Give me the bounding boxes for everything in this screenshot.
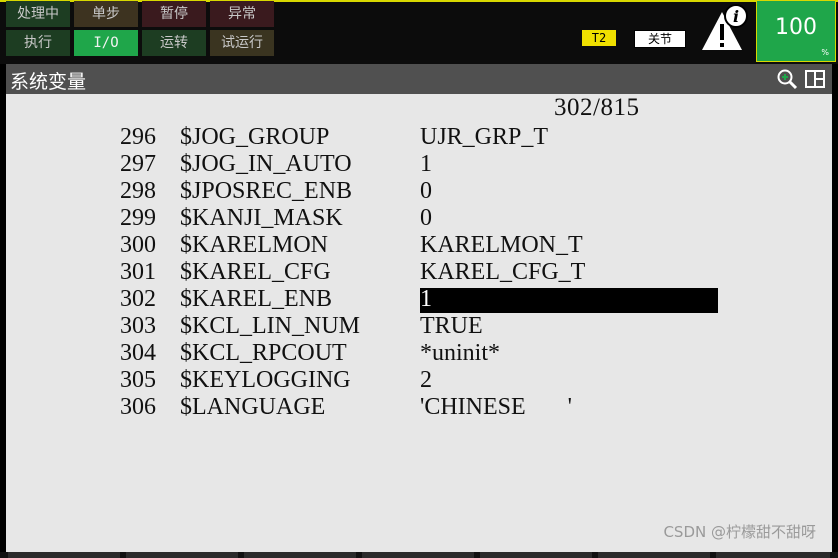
- position-counter: 302/815: [554, 94, 640, 121]
- variable-number: 299: [120, 205, 156, 231]
- variable-name: $KARELMON: [180, 232, 328, 258]
- override-value: 100: [775, 15, 817, 40]
- variable-value[interactable]: 2: [420, 367, 432, 394]
- function-key[interactable]: [244, 552, 356, 558]
- override-unit: %: [821, 48, 829, 57]
- variable-row[interactable]: 301 $KAREL_CFG KAREL_CFG_T: [6, 259, 832, 286]
- variable-number: 298: [120, 178, 156, 204]
- variable-number: 297: [120, 151, 156, 177]
- function-key[interactable]: [480, 552, 592, 558]
- page-title: 系统变量: [10, 71, 87, 93]
- status-processing: 处理中: [6, 1, 70, 27]
- variable-value[interactable]: KARELMON_T: [420, 232, 583, 259]
- variable-row-selected[interactable]: 302 $KAREL_ENB 1: [6, 286, 832, 313]
- mode-badge: T2: [582, 30, 616, 46]
- function-key[interactable]: [126, 552, 238, 558]
- variable-number: 304: [120, 340, 156, 366]
- variable-value[interactable]: KAREL_CFG_T: [420, 259, 585, 286]
- status-running: 运转: [142, 30, 206, 56]
- variable-value[interactable]: *uninit*: [420, 340, 500, 367]
- variable-name: $KCL_RPCOUT: [180, 340, 347, 366]
- status-dry-run: 试运行: [210, 30, 274, 56]
- status-fault: 异常: [210, 1, 274, 27]
- variable-number: 305: [120, 367, 156, 393]
- zoom-in-icon[interactable]: [776, 68, 798, 90]
- variable-number: 296: [120, 124, 156, 150]
- status-step: 单步: [74, 1, 138, 27]
- watermark: CSDN @柠檬甜不甜呀: [663, 523, 816, 541]
- svg-text:i: i: [733, 7, 739, 26]
- variable-name: $KEYLOGGING: [180, 367, 351, 393]
- variable-name: $JOG_GROUP: [180, 124, 330, 150]
- variable-row[interactable]: 300 $KARELMON KARELMON_T: [6, 232, 832, 259]
- status-bar: 处理中 单步 暂停 异常 执行 I/O 运转 试运行 T2 关节 i 100 %: [0, 0, 838, 64]
- coord-badge[interactable]: 关节: [634, 30, 686, 48]
- function-key[interactable]: [598, 552, 710, 558]
- title-bar: 系统变量: [6, 64, 832, 94]
- variable-number: 302: [120, 286, 156, 312]
- variable-row[interactable]: 298 $JPOSREC_ENB 0: [6, 178, 832, 205]
- variable-row[interactable]: 303 $KCL_LIN_NUM TRUE: [6, 313, 832, 340]
- variable-value[interactable]: UJR_GRP_T: [420, 124, 548, 151]
- status-io: I/O: [74, 30, 138, 56]
- variable-row[interactable]: 305 $KEYLOGGING 2: [6, 367, 832, 394]
- variable-row[interactable]: 304 $KCL_RPCOUT *uninit*: [6, 340, 832, 367]
- variable-name: $KAREL_CFG: [180, 259, 331, 285]
- variable-row[interactable]: 306 $LANGUAGE 'CHINESE ': [6, 394, 832, 421]
- variable-row[interactable]: 299 $KANJI_MASK 0: [6, 205, 832, 232]
- split-window-icon[interactable]: [804, 68, 826, 90]
- alarm-info-icon[interactable]: i: [698, 4, 750, 54]
- variable-name: $KAREL_ENB: [180, 286, 332, 312]
- variable-list: 302/815 296 $JOG_GROUP UJR_GRP_T 297 $JO…: [6, 94, 832, 552]
- variable-value[interactable]: 'CHINESE ': [420, 394, 572, 421]
- variable-number: 306: [120, 394, 156, 420]
- status-hold: 暂停: [142, 1, 206, 27]
- function-key[interactable]: [362, 552, 474, 558]
- variable-value[interactable]: 0: [420, 205, 432, 232]
- status-run: 执行: [6, 30, 70, 56]
- variable-value-cursor[interactable]: 1: [420, 287, 718, 313]
- variable-name: $KCL_LIN_NUM: [180, 313, 360, 339]
- variable-row[interactable]: 296 $JOG_GROUP UJR_GRP_T: [6, 124, 832, 151]
- variable-name: $KANJI_MASK: [180, 205, 343, 231]
- variable-name: $JOG_IN_AUTO: [180, 151, 352, 177]
- variable-value[interactable]: 1: [420, 151, 432, 178]
- variable-value[interactable]: TRUE: [420, 313, 483, 340]
- speed-override[interactable]: 100 %: [756, 0, 836, 62]
- variable-name: $LANGUAGE: [180, 394, 326, 420]
- variable-name: $JPOSREC_ENB: [180, 178, 353, 204]
- variable-row[interactable]: 297 $JOG_IN_AUTO 1: [6, 151, 832, 178]
- variable-number: 301: [120, 259, 156, 285]
- function-key[interactable]: [716, 552, 830, 558]
- function-key[interactable]: [8, 552, 120, 558]
- pendant-screen: 处理中 单步 暂停 异常 执行 I/O 运转 试运行 T2 关节 i 100 %…: [0, 0, 838, 558]
- variable-value[interactable]: 0: [420, 178, 432, 205]
- variable-number: 303: [120, 313, 156, 339]
- variable-number: 300: [120, 232, 156, 258]
